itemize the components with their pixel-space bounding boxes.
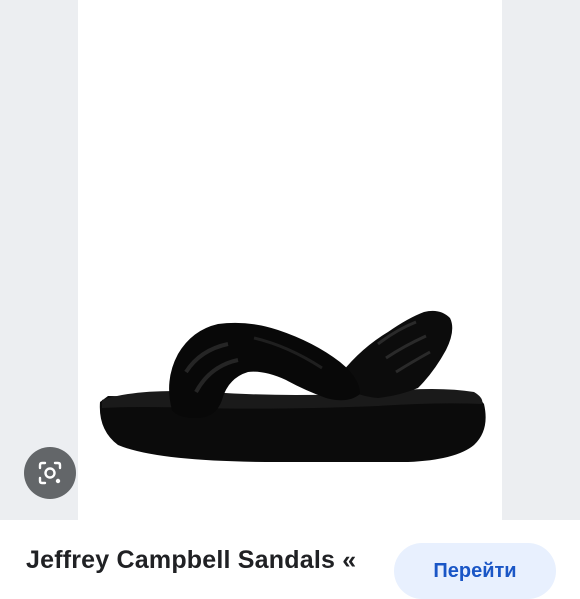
- right-margin-panel: [502, 0, 580, 520]
- product-image[interactable]: [78, 0, 502, 520]
- left-margin-panel: [0, 0, 78, 520]
- sandal-illustration: [99, 310, 486, 462]
- lens-search-button[interactable]: [24, 447, 76, 499]
- google-lens-icon: [38, 461, 62, 485]
- result-title[interactable]: Jeffrey Campbell Sandals «: [26, 546, 356, 575]
- visit-button[interactable]: Перейти: [394, 543, 556, 599]
